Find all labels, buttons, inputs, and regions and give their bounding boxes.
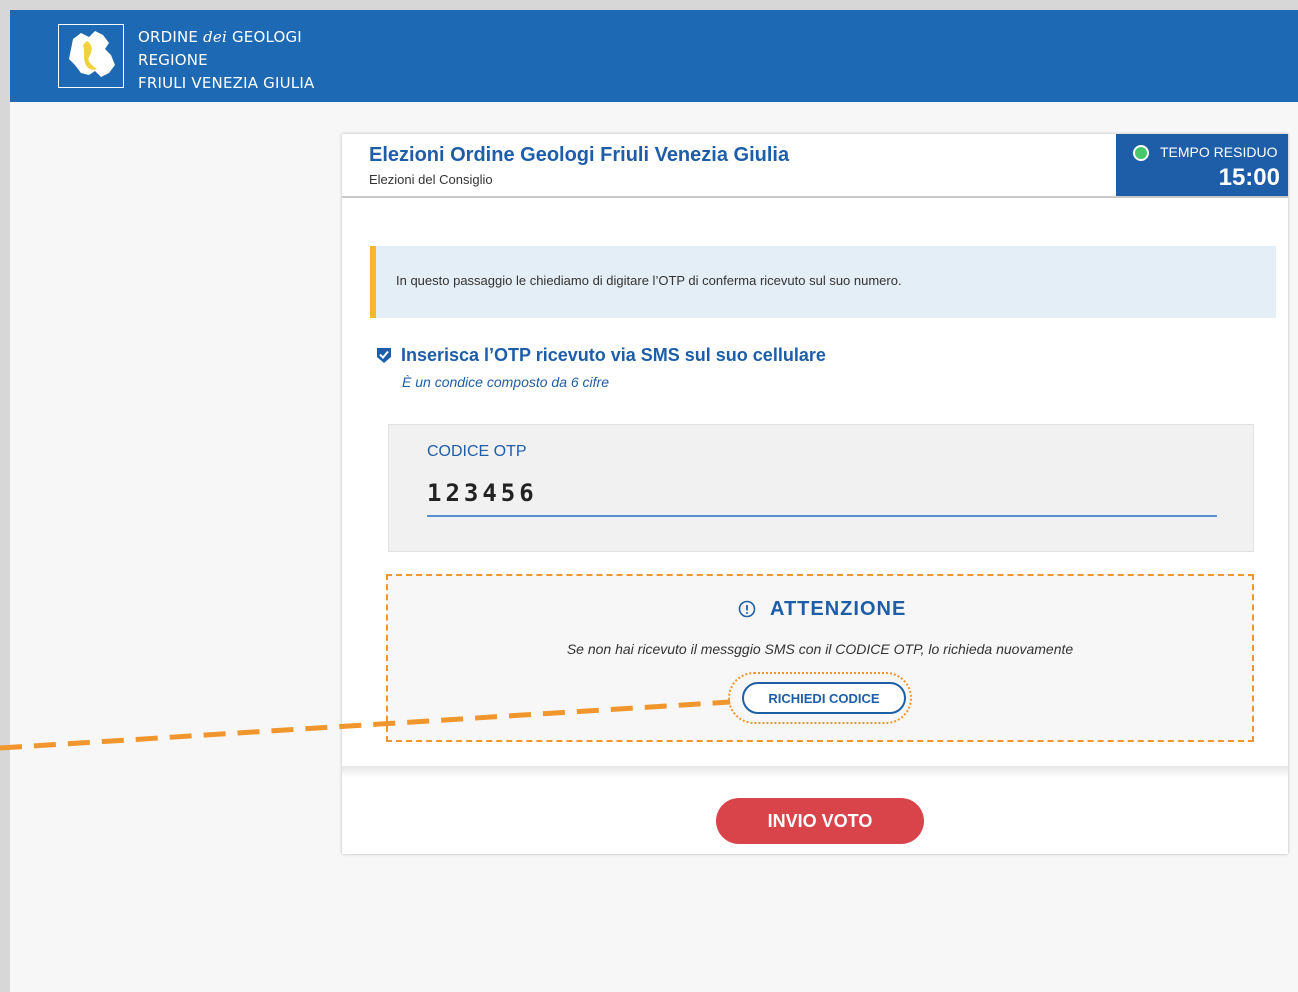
attention-title: ATTENZIONE xyxy=(770,598,907,620)
attention-box: ATTENZIONE Se non hai ricevuto il messgg… xyxy=(386,574,1254,742)
election-subtitle: Elezioni del Consiglio xyxy=(369,172,493,187)
card-header: Elezioni Ordine Geologi Friuli Venezia G… xyxy=(342,134,1288,198)
remaining-time-panel: TEMPO RESIDUO 15:00 xyxy=(1116,134,1288,196)
org-name-line2: REGIONE xyxy=(138,51,208,69)
attention-text: Se non hai ricevuto il messggio SMS con … xyxy=(566,641,1074,657)
footer-divider xyxy=(342,766,1288,778)
org-name-line3: FRIULI VENEZIA GIULIA xyxy=(138,74,315,92)
otp-instruction-hint: È un condice composto da 6 cifre xyxy=(402,374,610,390)
info-alert: In questo passaggio le chiediamo di digi… xyxy=(370,246,1276,318)
region-map-icon xyxy=(58,24,124,88)
send-vote-button[interactable]: INVIO VOTO xyxy=(716,798,924,844)
org-name-line1: ORDINE dei GEOLOGI xyxy=(138,28,302,46)
otp-field-container: CODICE OTP xyxy=(388,424,1254,552)
remaining-time-label: TEMPO RESIDUO xyxy=(1160,144,1278,160)
top-bar: ORDINE dei GEOLOGI REGIONE FRIULI VENEZI… xyxy=(10,10,1298,102)
status-dot-icon xyxy=(1133,145,1149,161)
org-name: ORDINE dei GEOLOGI REGIONE FRIULI VENEZI… xyxy=(138,26,314,95)
otp-field-label: CODICE OTP xyxy=(427,443,527,460)
election-card: Elezioni Ordine Geologi Friuli Venezia G… xyxy=(342,134,1288,854)
info-circle-icon xyxy=(738,600,756,618)
otp-instruction-title: Inserisca l’OTP ricevuto via SMS sul suo… xyxy=(401,345,826,365)
otp-input[interactable] xyxy=(427,471,1217,517)
checkbox-checked-icon xyxy=(377,348,391,363)
remaining-time-value: 15:00 xyxy=(1218,164,1280,191)
info-alert-text: In questo passaggio le chiediamo di digi… xyxy=(396,273,902,288)
election-title: Elezioni Ordine Geologi Friuli Venezia G… xyxy=(369,144,790,166)
request-code-button[interactable]: RICHIEDI CODICE xyxy=(742,682,906,714)
